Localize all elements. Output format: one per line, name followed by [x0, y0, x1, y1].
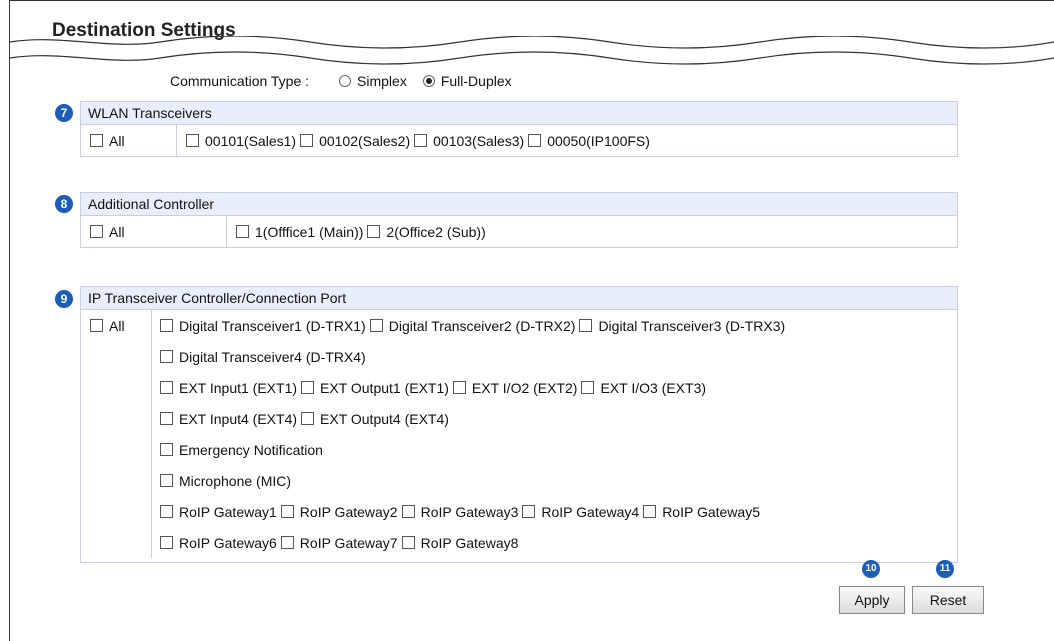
ip-all-label: All — [109, 317, 125, 334]
ip-item: RoIP Gateway8 — [401, 535, 518, 551]
controller-section-header: Additional Controller — [80, 192, 958, 216]
controller-all-label: All — [109, 223, 125, 240]
ip-item: EXT Output4 (EXT4) — [301, 411, 449, 427]
ip-item-checkbox[interactable] — [160, 443, 173, 456]
ip-item-checkbox[interactable] — [581, 381, 595, 394]
wlan-section-header: WLAN Transceivers — [80, 101, 958, 125]
ip-item-checkbox[interactable] — [452, 381, 466, 394]
callout-badge-9: 9 — [55, 290, 73, 308]
ip-item: EXT Input1 (EXT1) — [160, 380, 297, 396]
controller-item-checkbox[interactable] — [367, 225, 381, 238]
reset-button[interactable]: Reset — [912, 586, 984, 614]
ip-item-checkbox[interactable] — [401, 505, 415, 518]
ip-item: Microphone (MIC) — [160, 473, 291, 489]
wlan-item-checkbox[interactable] — [414, 134, 428, 147]
wlan-item-checkbox[interactable] — [528, 134, 542, 147]
wlan-all-checkbox[interactable] — [90, 134, 103, 147]
callout-badge-10: 10 — [862, 560, 880, 578]
ip-item-checkbox[interactable] — [280, 536, 294, 549]
full-duplex-label: Full-Duplex — [440, 73, 512, 89]
simplex-radio[interactable] — [339, 75, 352, 87]
ip-item: Digital Transceiver3 (D-TRX3) — [579, 318, 785, 334]
torn-edge-divider — [9, 36, 1054, 65]
ip-item: RoIP Gateway4 — [522, 504, 639, 520]
ip-item: RoIP Gateway3 — [401, 504, 518, 520]
wlan-item-checkbox[interactable] — [300, 134, 314, 147]
ip-item: RoIP Gateway6 — [160, 535, 277, 551]
ip-item-checkbox[interactable] — [160, 536, 173, 549]
ip-item-checkbox[interactable] — [522, 505, 536, 518]
ip-item: RoIP Gateway2 — [280, 504, 398, 520]
ip-item: EXT I/O3 (EXT3) — [581, 380, 706, 396]
wlan-item: 00102(Sales2) — [300, 133, 410, 149]
controller-all-checkbox[interactable] — [90, 225, 103, 238]
ip-transceiver-section: IP Transceiver Controller/Connection Por… — [80, 286, 958, 563]
full-duplex-radio[interactable] — [422, 75, 435, 87]
wlan-item: 00103(Sales3) — [414, 133, 524, 149]
ip-item-checkbox[interactable] — [160, 474, 173, 487]
ip-item-checkbox[interactable] — [160, 381, 173, 394]
simplex-label: Simplex — [357, 73, 407, 89]
ip-item: Digital Transceiver1 (D-TRX1) — [160, 318, 366, 334]
wlan-all-label: All — [109, 132, 125, 149]
ip-item: EXT Output1 (EXT1) — [301, 380, 449, 396]
ip-item-checkbox[interactable] — [280, 505, 294, 518]
ip-item-checkbox[interactable] — [160, 319, 173, 332]
apply-button[interactable]: Apply — [839, 586, 905, 614]
ip-item: Digital Transceiver2 (D-TRX2) — [369, 318, 575, 334]
ip-item-checkbox[interactable] — [643, 505, 657, 518]
callout-badge-11: 11 — [936, 560, 954, 578]
wlan-item: 00050(IP100FS) — [528, 133, 650, 149]
communication-type-row: Communication Type : Simplex Full-Duplex — [170, 73, 512, 89]
additional-controller-section: Additional Controller All 1(Offfice1 (Ma… — [80, 192, 958, 248]
ip-item: EXT Input4 (EXT4) — [160, 411, 297, 427]
ip-item: RoIP Gateway1 — [160, 504, 277, 520]
ip-all-checkbox[interactable] — [90, 319, 103, 332]
callout-badge-7: 7 — [55, 104, 73, 122]
ip-item: Digital Transceiver4 (D-TRX4) — [160, 349, 366, 365]
ip-item-checkbox[interactable] — [160, 412, 173, 425]
ip-item: EXT I/O2 (EXT2) — [452, 380, 577, 396]
ip-item-checkbox[interactable] — [301, 381, 315, 394]
ip-item: Emergency Notification — [160, 442, 323, 458]
ip-item: RoIP Gateway7 — [280, 535, 398, 551]
controller-item: 2(Office2 (Sub)) — [367, 224, 486, 240]
ip-item: RoIP Gateway5 — [643, 504, 760, 520]
controller-item-checkbox[interactable] — [236, 225, 249, 238]
ip-section-header: IP Transceiver Controller/Connection Por… — [80, 286, 958, 310]
ip-item-checkbox[interactable] — [579, 319, 593, 332]
wlan-item-checkbox[interactable] — [186, 134, 199, 147]
communication-type-label: Communication Type : — [170, 73, 310, 89]
ip-item-checkbox[interactable] — [160, 350, 173, 363]
ip-item-checkbox[interactable] — [369, 319, 383, 332]
ip-item-checkbox[interactable] — [401, 536, 415, 549]
wlan-item: 00101(Sales1) — [186, 133, 296, 149]
controller-item: 1(Offfice1 (Main)) — [236, 224, 363, 240]
callout-badge-8: 8 — [55, 195, 73, 213]
ip-item-checkbox[interactable] — [160, 505, 173, 518]
ip-item-checkbox[interactable] — [301, 412, 315, 425]
wlan-transceivers-section: WLAN Transceivers All 00101(Sales1) 0010… — [80, 101, 958, 157]
